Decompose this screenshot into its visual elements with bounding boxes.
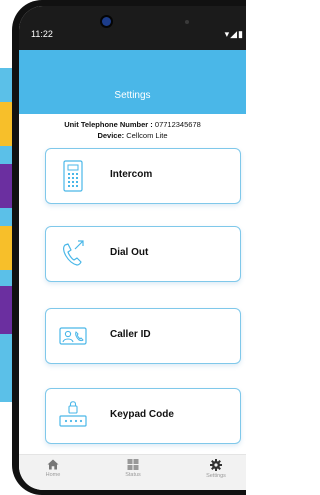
nav-settings[interactable]: Settings: [186, 459, 246, 479]
unit-info: Unit Telephone Number : 07712345678 Devi…: [19, 119, 246, 141]
keypad-code-button[interactable]: Keypad Code: [45, 388, 241, 444]
nav-home-label: Home: [45, 472, 61, 478]
intercom-button[interactable]: Intercom: [45, 148, 241, 204]
page-title: Settings: [114, 90, 151, 101]
status-bar: 11:22 ▾◢▮: [19, 6, 246, 50]
phone-screen: 11:22 ▾◢▮ Settings Unit Telephone Number…: [19, 6, 246, 490]
keypad-lock-icon: [58, 399, 88, 433]
nav-home[interactable]: Home: [23, 459, 83, 478]
bottom-nav: Home Status Settings: [19, 454, 246, 490]
caller-id-button[interactable]: Caller ID: [45, 308, 241, 364]
unit-phone-label: Unit Telephone Number :: [64, 120, 153, 129]
unit-phone-value: 07712345678: [154, 120, 201, 129]
device-label: Device:: [97, 131, 125, 140]
dial-out-button[interactable]: Dial Out: [45, 226, 241, 282]
phone-call-icon: [58, 237, 88, 271]
app-bar: Settings: [19, 50, 246, 114]
home-icon: [47, 459, 59, 470]
dial-out-label: Dial Out: [110, 247, 149, 258]
unit-phone-line: Unit Telephone Number : 07712345678: [19, 119, 246, 130]
phone-frame: 11:22 ▾◢▮ Settings Unit Telephone Number…: [12, 0, 246, 495]
caller-id-label: Caller ID: [110, 329, 151, 340]
grid-icon: [127, 459, 139, 470]
proximity-sensor: [185, 20, 189, 24]
nav-status[interactable]: Status: [103, 459, 163, 478]
nav-status-label: Status: [125, 472, 141, 478]
gear-icon: [210, 459, 222, 471]
system-status-icons: ▾◢▮: [224, 29, 244, 39]
device-value: Cellcom Lite: [126, 131, 168, 140]
keypad-code-label: Keypad Code: [110, 409, 174, 420]
nav-settings-label: Settings: [206, 473, 226, 479]
front-camera: [102, 17, 111, 26]
intercom-panel-icon: [58, 159, 88, 193]
intercom-label: Intercom: [110, 169, 153, 180]
contact-card-icon: [58, 319, 88, 353]
status-time: 11:22: [31, 29, 53, 39]
device-line: Device: Cellcom Lite: [19, 130, 246, 141]
